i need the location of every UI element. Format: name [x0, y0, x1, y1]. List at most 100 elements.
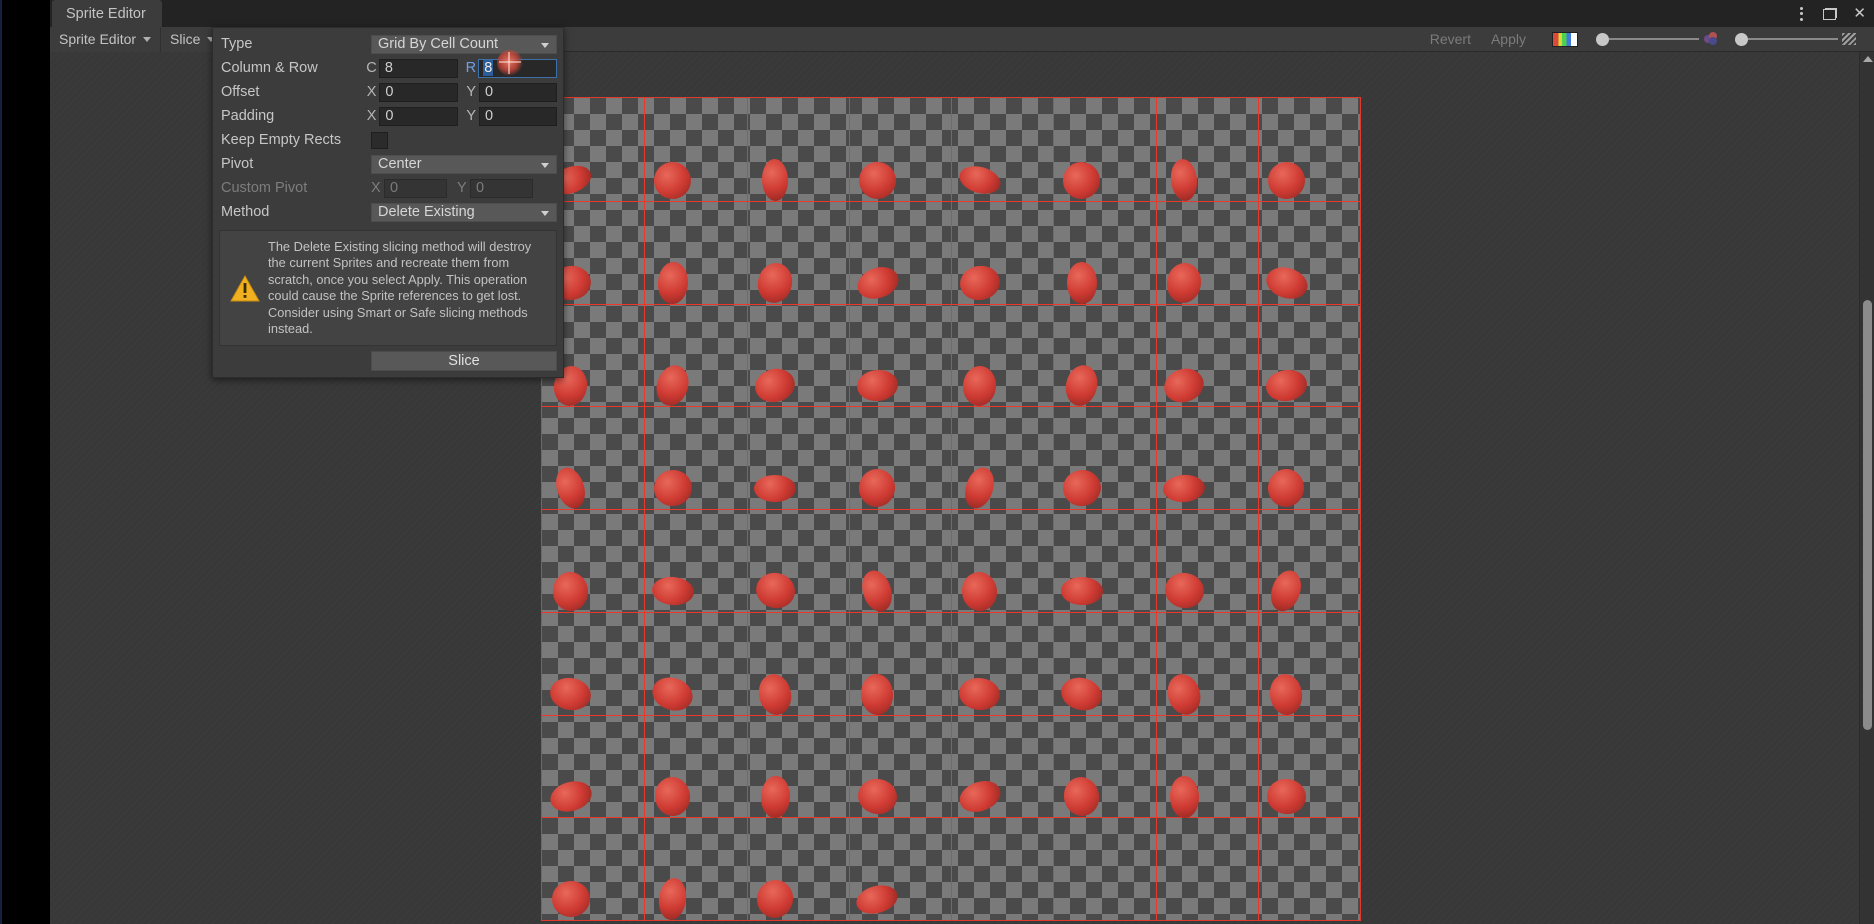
sprite-sheet[interactable] — [541, 97, 1361, 921]
zoom-slider-track[interactable] — [1748, 38, 1838, 40]
sprite-frame[interactable] — [1169, 158, 1199, 202]
sprite-editor-dropdown[interactable]: Sprite Editor — [50, 27, 161, 52]
row-offset: Offset X 0 Y 0 — [213, 80, 563, 104]
sprite-frame[interactable] — [1062, 362, 1101, 409]
sprite-frame[interactable] — [959, 570, 999, 613]
sprite-frame[interactable] — [653, 775, 693, 818]
tab-sprite-editor[interactable]: Sprite Editor — [52, 0, 162, 27]
sprite-frame[interactable] — [754, 475, 796, 502]
type-dropdown[interactable]: Grid By Cell Count — [371, 35, 557, 54]
sprite-frame[interactable] — [1265, 777, 1308, 817]
sprite-frame[interactable] — [1162, 474, 1206, 504]
sprite-frame[interactable] — [752, 876, 798, 923]
alpha-slider-knob[interactable] — [1596, 33, 1609, 46]
custom-pivot-y-value: 0 — [476, 180, 484, 196]
sprite-frame[interactable] — [956, 162, 1004, 199]
apply-button[interactable]: Apply — [1481, 31, 1536, 47]
vertical-scrollbar[interactable] — [1859, 52, 1874, 924]
sprite-frame[interactable] — [1263, 263, 1311, 304]
slice-grid-line-horizontal — [542, 406, 1360, 407]
sprite-frame[interactable] — [1059, 158, 1105, 204]
close-icon[interactable]: ✕ — [1853, 6, 1866, 21]
sprite-frame[interactable] — [960, 464, 999, 512]
sprite-frame[interactable] — [1163, 670, 1205, 718]
row-custom-pivot: Custom Pivot X 0 Y 0 — [213, 176, 563, 200]
sprite-frame[interactable] — [651, 575, 695, 607]
column-count-input[interactable]: 8 — [379, 59, 458, 78]
sprite-frame[interactable] — [1264, 367, 1310, 404]
sprite-frame[interactable] — [754, 260, 796, 306]
offset-y-input[interactable]: 0 — [479, 83, 557, 102]
kebab-menu-icon[interactable] — [1796, 5, 1807, 23]
slice-button[interactable]: Slice — [371, 351, 557, 371]
row-count-input[interactable]: 8 — [478, 59, 557, 78]
keep-empty-rects-checkbox[interactable] — [371, 132, 388, 149]
offset-x-input[interactable]: 0 — [379, 83, 458, 102]
slice-grid-line-horizontal — [542, 612, 1360, 613]
alpha-slider[interactable] — [1596, 33, 1699, 46]
left-gutter — [0, 0, 50, 924]
scrollbar-thumb[interactable] — [1863, 300, 1872, 730]
sprite-frame[interactable] — [1169, 776, 1199, 819]
sprite-frame[interactable] — [652, 361, 694, 409]
sprite-frame[interactable] — [651, 467, 694, 509]
zoom-slider[interactable] — [1735, 33, 1838, 46]
sprite-frame[interactable] — [1059, 466, 1104, 510]
warning-text: The Delete Existing slicing method will … — [268, 239, 548, 337]
sprite-frame[interactable] — [761, 159, 788, 202]
sprite-frame[interactable] — [657, 261, 689, 304]
rgba-channel-icon[interactable] — [1552, 32, 1578, 47]
sprite-frame[interactable] — [547, 777, 595, 816]
zoom-slider-knob[interactable] — [1735, 33, 1748, 46]
sprite-frame[interactable] — [856, 368, 900, 402]
sprite-frame[interactable] — [1058, 673, 1106, 715]
sprite-frame[interactable] — [853, 881, 901, 918]
sprite-frame[interactable] — [1061, 774, 1103, 819]
sprite-frame[interactable] — [760, 776, 790, 819]
padding-y-input[interactable]: 0 — [479, 107, 557, 126]
sprite-frame[interactable] — [1268, 672, 1305, 716]
scroll-up-arrow-icon[interactable] — [1863, 56, 1873, 62]
padding-x-input[interactable]: 0 — [379, 107, 458, 126]
custom-pivot-x-input[interactable]: 0 — [384, 179, 447, 198]
column-count-value: 8 — [385, 60, 393, 76]
sprite-frame[interactable] — [957, 676, 1001, 712]
padding-label: Padding — [219, 108, 367, 124]
sprite-frame[interactable] — [648, 672, 697, 716]
sprite-frame[interactable] — [856, 466, 898, 509]
sprite-frame[interactable] — [1067, 262, 1097, 304]
sprite-frame[interactable] — [552, 571, 590, 612]
sprite-frame[interactable] — [1061, 577, 1103, 606]
sprite-frame[interactable] — [857, 160, 899, 202]
sprite-frame[interactable] — [855, 776, 900, 818]
sprite-frame[interactable] — [962, 365, 998, 407]
sprite-frame[interactable] — [1266, 467, 1306, 508]
revert-button[interactable]: Revert — [1420, 31, 1481, 47]
restore-window-icon[interactable] — [1823, 8, 1837, 20]
keep-empty-rects-label: Keep Empty Rects — [219, 132, 371, 148]
sprite-frame[interactable] — [1267, 161, 1306, 200]
sprite-frame[interactable] — [957, 263, 1002, 304]
sprite-frame[interactable] — [755, 671, 795, 718]
alpha-slider-track[interactable] — [1609, 38, 1699, 40]
custom-pivot-x-axis-label: X — [371, 180, 384, 196]
row-pivot: Pivot Center — [213, 152, 563, 176]
custom-pivot-y-input[interactable]: 0 — [470, 179, 533, 198]
sprite-frame[interactable] — [1162, 570, 1206, 612]
sprite-frame[interactable] — [955, 776, 1004, 817]
sprite-frame[interactable] — [1266, 567, 1307, 616]
sprite-frame[interactable] — [551, 880, 590, 918]
sprite-frame[interactable] — [657, 876, 689, 921]
pivot-dropdown[interactable]: Center — [371, 155, 557, 174]
sprite-frame[interactable] — [752, 365, 799, 407]
sprite-frame[interactable] — [1160, 364, 1209, 408]
method-dropdown[interactable]: Delete Existing — [371, 203, 557, 222]
sprite-frame[interactable] — [860, 673, 894, 715]
sprite-frame[interactable] — [853, 262, 902, 304]
sprite-frame[interactable] — [551, 464, 590, 512]
sprite-frame[interactable] — [858, 567, 897, 615]
sprite-frame[interactable] — [548, 675, 594, 714]
sprite-frame[interactable] — [1164, 261, 1204, 305]
sprite-frame[interactable] — [651, 159, 695, 203]
sprite-frame[interactable] — [752, 569, 798, 613]
